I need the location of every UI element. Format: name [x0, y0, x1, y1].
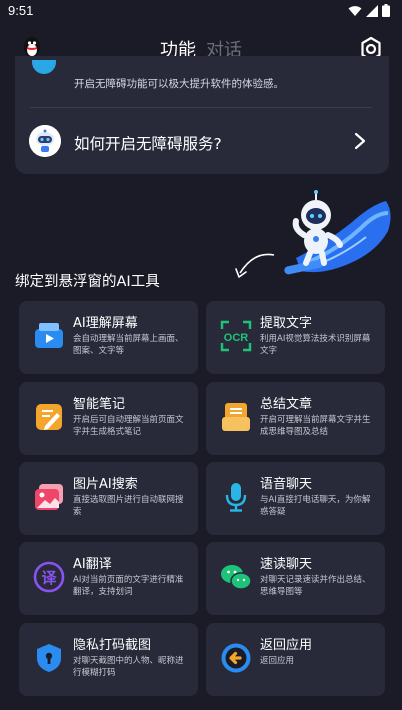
- tool-card-ai-screen[interactable]: AI理解屏幕 会自动理解当前屏幕上画面、图案、文字等: [19, 301, 198, 374]
- tool-title: 语音聊天: [260, 477, 313, 492]
- ocr-icon: OCR: [220, 320, 252, 352]
- battery-icon: [382, 4, 390, 17]
- tool-card-back-to-app[interactable]: 返回应用 返回应用: [206, 623, 385, 696]
- tool-description: 利用AI视觉算法技术识别屏幕文字: [260, 334, 371, 356]
- divider: [30, 107, 372, 108]
- tool-card-image-search[interactable]: 图片AI搜索 直接选取图片进行自动联网搜索: [19, 462, 198, 535]
- accessibility-icon: [32, 60, 56, 74]
- status-time: 9:51: [8, 3, 34, 18]
- tool-title: 总结文章: [260, 397, 313, 412]
- tool-description: 开启后可自动理解当前页面文字并生成格式笔记: [73, 415, 184, 437]
- tool-title: 图片AI搜索: [73, 477, 138, 492]
- tool-title: 隐私打码截图: [73, 638, 152, 653]
- tool-card-speed-read[interactable]: 速读聊天 对聊天记录速读并作出总结、思维导图等: [206, 542, 385, 615]
- accessibility-card: 开启无障碍功能可以极大提升软件的体验感。 如何开启无障碍服务?: [15, 56, 389, 174]
- microphone-icon: [225, 483, 247, 512]
- tool-title: 速读聊天: [260, 557, 313, 572]
- note-icon: [36, 404, 62, 430]
- back-arrow-icon: [221, 643, 251, 673]
- tool-description: 会自动理解当前屏幕上画面、图案、文字等: [73, 334, 184, 356]
- tool-description: 返回应用: [260, 656, 295, 666]
- status-bar: 9:51: [0, 0, 402, 22]
- tool-description: 与AI直接打电话聊天，为你解惑答疑: [260, 495, 371, 517]
- signal-icon: [366, 4, 378, 17]
- tool-title: AI翻译: [73, 557, 112, 572]
- section-title: 绑定到悬浮窗的AI工具: [15, 274, 160, 290]
- tool-card-summarize[interactable]: 总结文章 开启可理解当前屏幕文字并生成思维导图及总结: [206, 382, 385, 455]
- astronaut-illustration: [284, 190, 391, 275]
- tool-description: 开启可理解当前屏幕文字并生成思维导图及总结: [260, 415, 371, 437]
- tool-card-extract-text[interactable]: OCR 提取文字 利用AI视觉算法技术识别屏幕文字: [206, 301, 385, 374]
- image-search-icon: [35, 484, 63, 510]
- screen-icon: [35, 323, 63, 348]
- status-icons: [348, 4, 390, 17]
- tool-description: AI对当前页面的文字进行精准翻译，支持划词: [73, 575, 184, 597]
- wechat-icon: [221, 565, 252, 590]
- tool-card-ai-translate[interactable]: 译 AI翻译 AI对当前页面的文字进行精准翻译，支持划词: [19, 542, 198, 615]
- tool-card-voice-chat[interactable]: 语音聊天 与AI直接打电话聊天，为你解惑答疑: [206, 462, 385, 535]
- tool-description: 对聊天截图中的人物、昵称进行模糊打码: [73, 656, 184, 678]
- tool-description: 直接选取图片进行自动联网搜索: [73, 495, 184, 517]
- tool-title: 提取文字: [260, 316, 313, 331]
- accessibility-description: 开启无障碍功能可以极大提升软件的体验感。: [74, 78, 284, 90]
- tool-card-smart-note[interactable]: 智能笔记 开启后可自动理解当前页面文字并生成格式笔记: [19, 382, 198, 455]
- summary-icon: [222, 403, 250, 431]
- tool-card-privacy-screenshot[interactable]: 隐私打码截图 对聊天截图中的人物、昵称进行模糊打码: [19, 623, 198, 696]
- translate-icon-label: 译: [41, 569, 57, 587]
- translate-icon: 译: [33, 561, 65, 593]
- wifi-icon: [348, 5, 362, 16]
- chevron-right-icon[interactable]: [353, 132, 367, 150]
- privacy-shield-icon: [37, 644, 61, 672]
- accessibility-help-link[interactable]: 如何开启无障碍服务?: [74, 132, 222, 154]
- robot-icon: [29, 125, 61, 157]
- tool-description: 对聊天记录速读并作出总结、思维导图等: [260, 575, 371, 597]
- tool-title: 返回应用: [260, 638, 313, 653]
- tool-title: AI理解屏幕: [73, 316, 138, 331]
- ocr-icon-label: OCR: [224, 332, 249, 344]
- curved-arrow-icon: [235, 253, 275, 278]
- tool-title: 智能笔记: [73, 397, 126, 412]
